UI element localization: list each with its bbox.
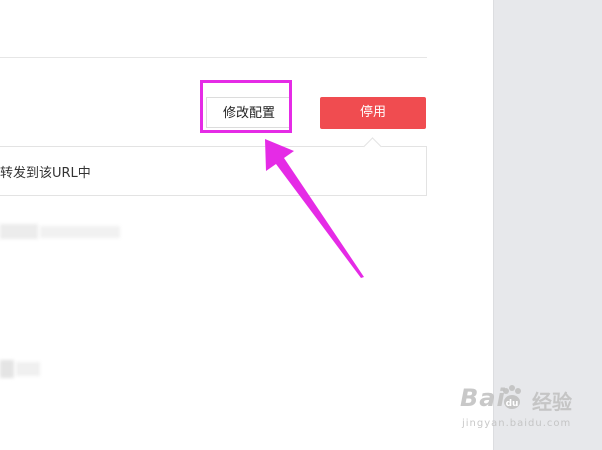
- highlight-box: [200, 80, 292, 133]
- tooltip-callout: 转发到该URL中: [0, 137, 427, 196]
- tooltip-text: 转发到该URL中: [0, 166, 91, 181]
- tooltip-caret: [363, 137, 382, 156]
- blurred-content-2: [40, 226, 120, 238]
- baidu-paw-icon: du: [503, 385, 521, 409]
- watermark-jingyan: 经验: [532, 390, 572, 414]
- top-divider: [0, 57, 427, 58]
- blurred-content-3: [0, 360, 14, 378]
- disable-button[interactable]: 停用: [320, 97, 426, 129]
- page: 修改配置 停用 转发到该URL中 Bai du 经验 jingyan.baidu…: [0, 0, 602, 450]
- blurred-content-4: [16, 362, 40, 376]
- blurred-content-1: [0, 224, 38, 239]
- svg-text:du: du: [506, 399, 519, 409]
- baidu-jingyan-watermark: Bai du 经验 jingyan.baidu.com: [454, 384, 600, 434]
- right-sidebar: [493, 0, 602, 450]
- watermark-url: jingyan.baidu.com: [462, 418, 572, 429]
